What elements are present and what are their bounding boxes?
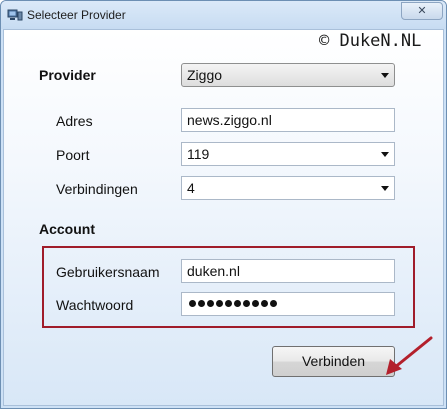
password-mask: [189, 300, 279, 308]
title-bar[interactable]: Selecteer Provider ✕: [1, 1, 446, 29]
username-label: Gebruikersnaam: [56, 264, 160, 280]
chevron-down-icon: [381, 186, 389, 191]
poort-label: Poort: [56, 147, 90, 163]
poort-dropdown[interactable]: 119: [181, 142, 395, 166]
provider-dropdown[interactable]: Ziggo: [181, 63, 395, 87]
password-label: Wachtwoord: [56, 297, 134, 313]
adres-input[interactable]: news.ziggo.nl: [181, 108, 395, 132]
username-value: duken.nl: [187, 263, 240, 279]
annotation-arrow-icon: [386, 336, 433, 375]
close-button[interactable]: ✕: [401, 2, 443, 20]
provider-selected-value: Ziggo: [187, 67, 223, 83]
verbindingen-label: Verbindingen: [56, 181, 138, 197]
dialog-window: Selecteer Provider ✕ © DukeN.NL Provider…: [0, 0, 447, 409]
adres-value: news.ziggo.nl: [187, 112, 272, 128]
adres-label: Adres: [56, 113, 93, 129]
window-title: Selecteer Provider: [27, 8, 126, 22]
chevron-down-icon: [381, 152, 389, 157]
verbindingen-dropdown[interactable]: 4: [181, 176, 395, 200]
verbindingen-selected-value: 4: [187, 180, 195, 196]
password-input[interactable]: [181, 292, 395, 316]
network-computer-icon: [7, 9, 23, 21]
provider-label: Provider: [39, 67, 96, 83]
close-icon: ✕: [417, 4, 427, 17]
poort-selected-value: 119: [187, 146, 210, 162]
chevron-down-icon: [381, 73, 389, 78]
username-input[interactable]: duken.nl: [181, 259, 395, 283]
watermark-text: © DukeN.NL: [319, 31, 422, 51]
account-heading: Account: [39, 221, 95, 237]
